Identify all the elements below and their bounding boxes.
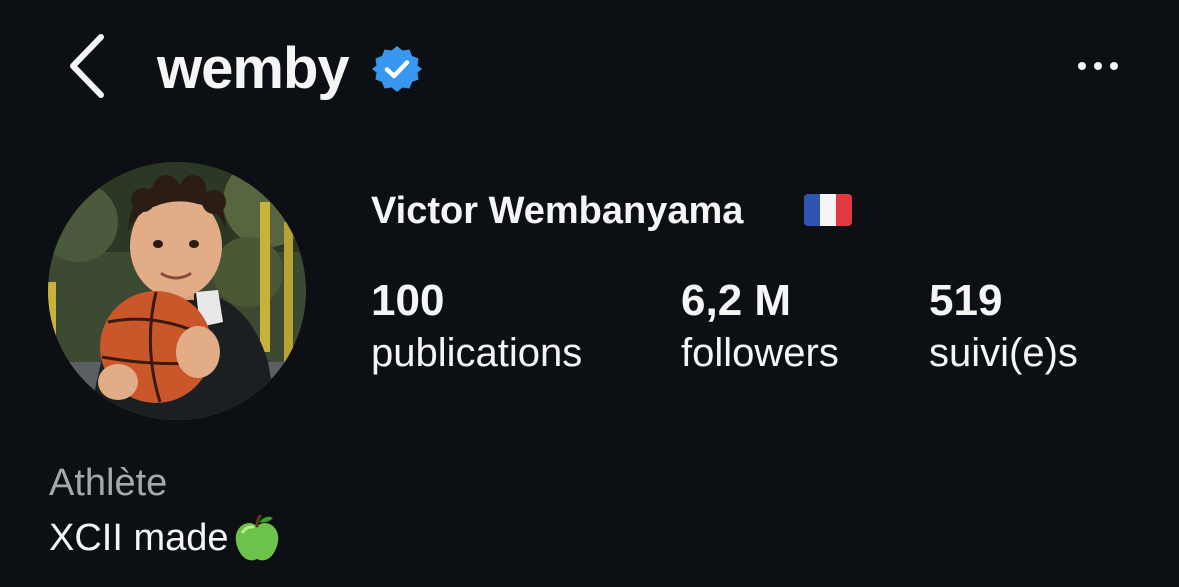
full-name: Victor Wembanyama [371,190,744,232]
profile-category: Athlète [49,462,168,504]
france-flag-icon [804,194,852,226]
stat-value: 100 [371,276,445,325]
green-apple-icon [235,514,278,561]
verified-badge-icon [372,46,422,92]
ellipsis-icon [1078,62,1086,70]
stat-value: 519 [929,276,1003,325]
bio-text-row: XCII made [49,512,283,564]
stat-label: publications [371,331,583,375]
username-title: wemby [157,36,350,101]
stat-value: 6,2 M [681,276,792,325]
stat-followers[interactable]: 6,2 M followers [681,274,839,378]
stat-publications[interactable]: 100 publications [371,274,582,378]
stat-label: followers [681,331,839,375]
stat-following[interactable]: 519 suivi(e)s [929,274,1078,378]
back-button[interactable] [52,28,122,104]
bio-text: XCII made [49,517,229,559]
profile-photo [48,162,306,420]
avatar[interactable] [48,162,306,420]
more-options-button[interactable] [1062,44,1134,88]
profile-screen: wemby Victor Wembanyama 100 publications… [0,0,1179,587]
chevron-left-icon [70,34,104,98]
stat-label: suivi(e)s [929,331,1078,375]
